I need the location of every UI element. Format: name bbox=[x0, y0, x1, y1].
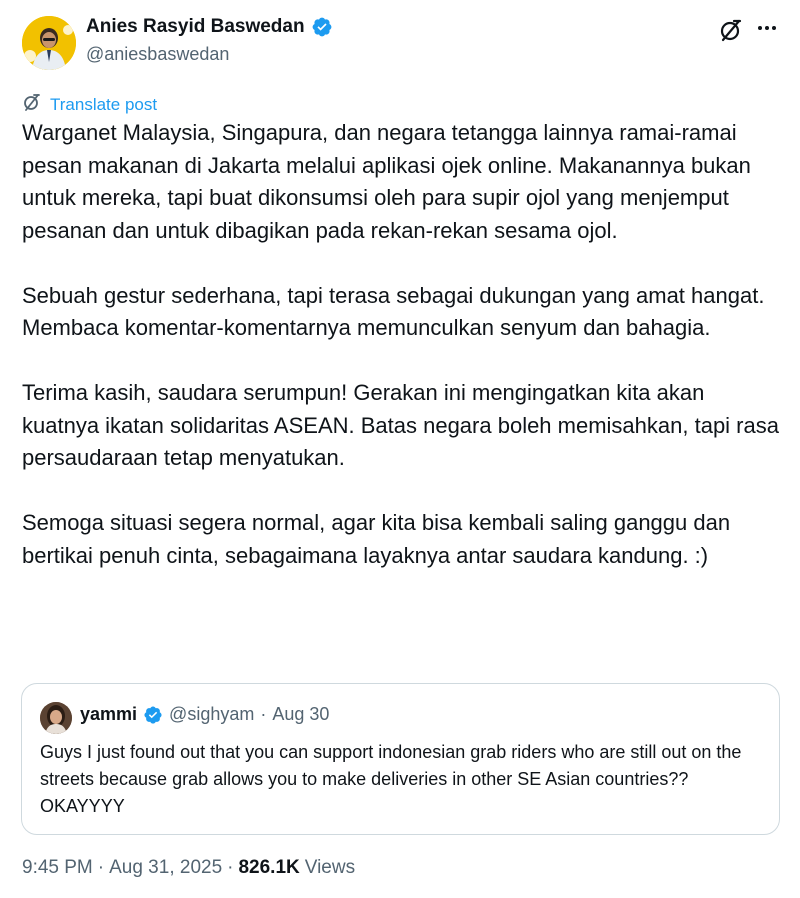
post-paragraph: Sebuah gestur sederhana, tapi terasa seb… bbox=[22, 282, 765, 341]
views-label: Views bbox=[304, 857, 356, 878]
post-text: Warganet Malaysia, Singapura, dan negara… bbox=[22, 117, 782, 572]
quote-author-name[interactable]: yammi bbox=[80, 704, 137, 725]
verified-badge-icon bbox=[311, 16, 333, 38]
translate-label[interactable]: Translate post bbox=[50, 95, 157, 115]
translate-icon bbox=[22, 92, 42, 117]
author-name[interactable]: Anies Rasyid Baswedan bbox=[86, 16, 305, 38]
post-date[interactable]: Aug 31, 2025 bbox=[109, 857, 222, 879]
quote-avatar[interactable] bbox=[40, 702, 72, 734]
post-time[interactable]: 9:45 PM bbox=[22, 857, 93, 879]
post-paragraph: Terima kasih, saudara serumpun! Gerakan … bbox=[22, 380, 779, 470]
quote-author-handle[interactable]: @sighyam bbox=[169, 704, 254, 725]
more-icon[interactable] bbox=[755, 16, 779, 40]
author-name-row[interactable]: Anies Rasyid Baswedan bbox=[86, 16, 333, 38]
post-paragraph: Warganet Malaysia, Singapura, dan negara… bbox=[22, 120, 751, 243]
post-meta: 9:45 PM · Aug 31, 2025 · 826.1K Views bbox=[22, 857, 355, 879]
quote-text: Guys I just found out that you can suppo… bbox=[40, 742, 742, 816]
quote-header: yammi @sighyam · Aug 30 bbox=[80, 704, 329, 725]
quoted-post[interactable]: yammi @sighyam · Aug 30 Guys I just foun… bbox=[21, 683, 780, 835]
verified-badge-icon bbox=[143, 705, 163, 725]
grok-icon[interactable] bbox=[717, 16, 745, 44]
quote-separator: · bbox=[260, 704, 267, 724]
meta-separator: · bbox=[227, 857, 234, 878]
author-avatar[interactable] bbox=[22, 16, 76, 70]
views-count: 826.1K bbox=[238, 857, 300, 878]
translate-post-link[interactable]: Translate post bbox=[22, 92, 157, 117]
author-handle[interactable]: @aniesbaswedan bbox=[86, 44, 229, 65]
quote-date[interactable]: Aug 30 bbox=[272, 704, 329, 725]
meta-separator: · bbox=[97, 857, 105, 878]
post-paragraph: Semoga situasi segera normal, agar kita … bbox=[22, 510, 731, 568]
